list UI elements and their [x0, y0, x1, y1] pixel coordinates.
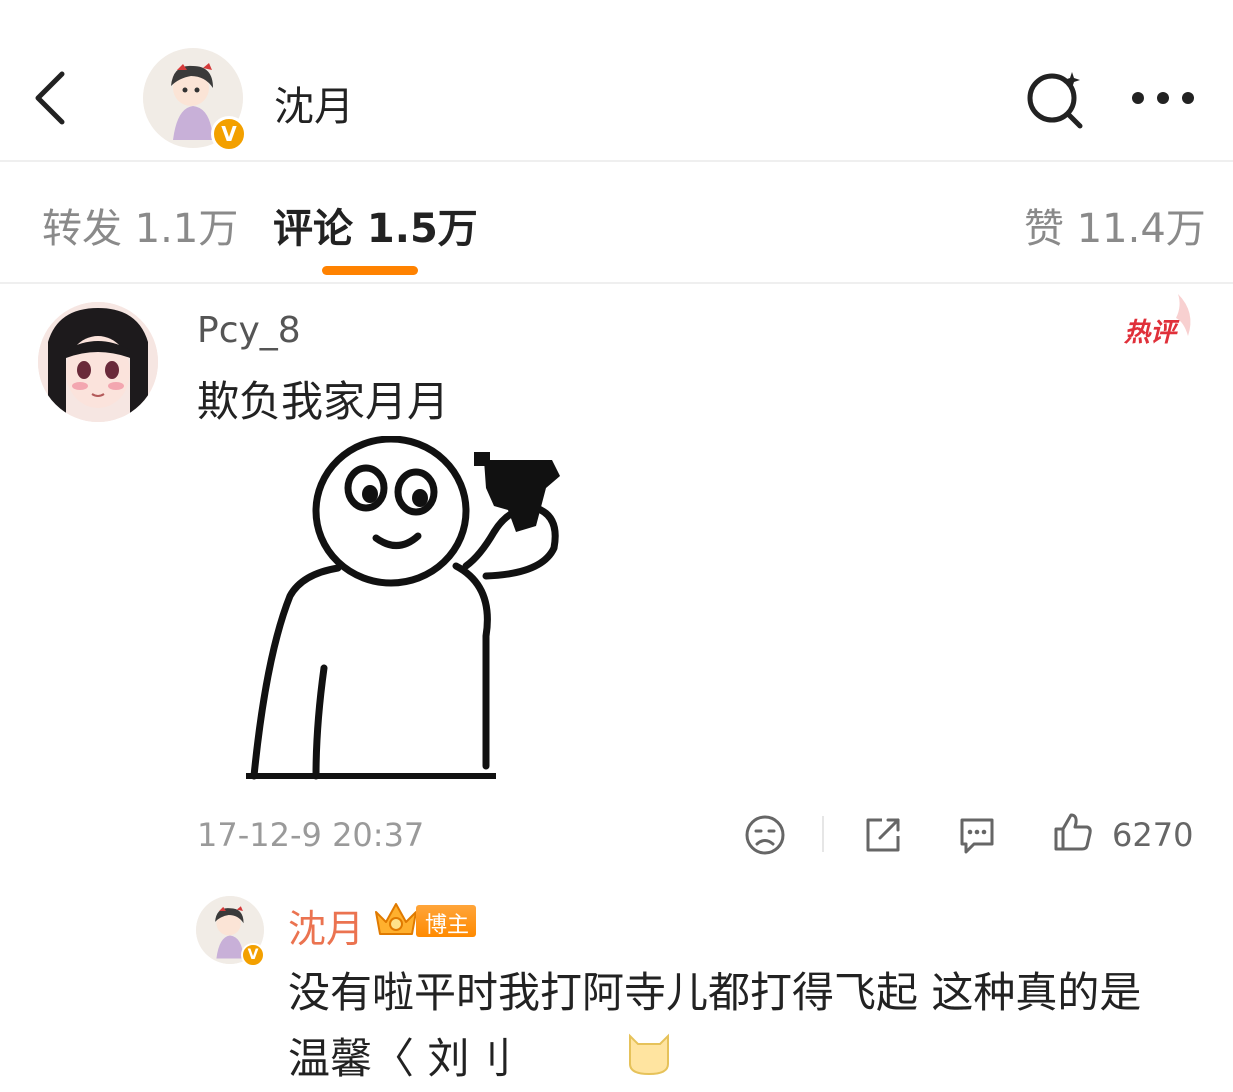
author-badge-label: 博主: [425, 913, 470, 938]
commenter-username[interactable]: Pcy_8: [197, 310, 301, 351]
tab-likes[interactable]: 赞 11.4万: [1024, 196, 1206, 254]
commenter-avatar[interactable]: [38, 302, 158, 422]
verified-badge-icon: V: [241, 943, 265, 967]
active-tab-indicator: [322, 266, 418, 275]
hot-comment-badge: 热评: [1124, 318, 1177, 348]
page-title: 沈月: [274, 84, 354, 130]
tab-repost[interactable]: 转发 1.1万: [42, 196, 238, 254]
verified-badge-icon: V: [211, 116, 247, 152]
more-dots-icon[interactable]: [1130, 86, 1196, 110]
comment-timestamp: 17-12-9 20:37: [197, 816, 425, 854]
comment-text: 欺负我家月月: [197, 377, 450, 426]
reply-username[interactable]: 沈月: [288, 898, 364, 953]
action-separator: [822, 816, 824, 852]
emoji-icon: [629, 1033, 669, 1076]
top-bar: V 沈月: [0, 0, 1233, 160]
like-count: 6270: [1112, 816, 1194, 854]
search-sparkle-icon[interactable]: [1024, 68, 1088, 132]
frown-face-icon[interactable]: [744, 814, 786, 856]
header-divider: [0, 160, 1233, 162]
back-chevron-icon[interactable]: [28, 68, 72, 128]
tabs-divider: [0, 282, 1233, 284]
chat-bubble-icon[interactable]: [956, 814, 998, 856]
thumbs-up-icon[interactable]: [1052, 811, 1094, 853]
reply-text: 没有啦平时我打阿寺儿都打得飞起 这种真的是温馨〈 刘刂: [288, 968, 1142, 1083]
meme-image[interactable]: [246, 436, 616, 784]
crown-icon: [375, 903, 417, 935]
tab-comments[interactable]: 评论 1.5万: [273, 196, 478, 254]
share-icon[interactable]: [862, 814, 904, 856]
